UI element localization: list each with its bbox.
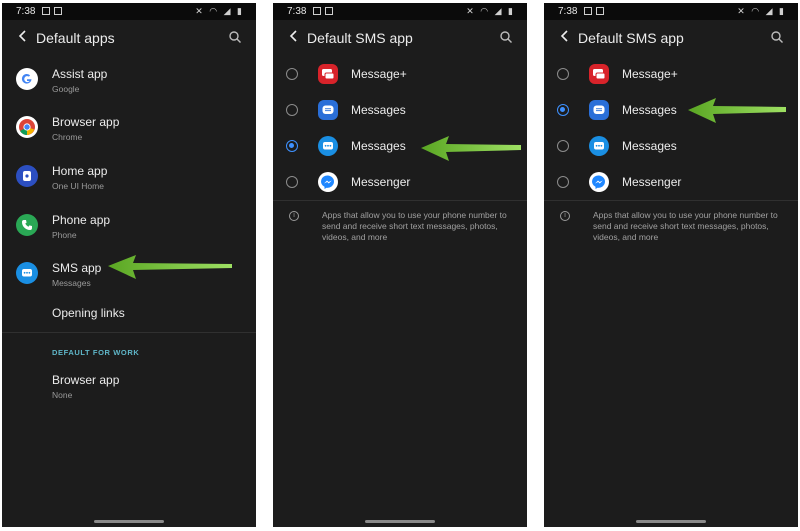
- item-subtitle: One UI Home: [52, 181, 104, 191]
- item-subtitle: Chrome: [52, 132, 83, 142]
- sms-option-samsung-messages[interactable]: Messages: [273, 92, 527, 128]
- option-label: Messages: [622, 139, 677, 153]
- item-label: Home app: [52, 164, 108, 178]
- item-label: Browser app: [52, 373, 120, 387]
- settings-item-browser-app[interactable]: Browser app Chrome: [2, 111, 256, 155]
- sms-option-google-messages[interactable]: Messages: [544, 128, 798, 164]
- option-label: Messenger: [622, 175, 682, 189]
- status-bar: 7:38 ✕ ◠ ◢ ▮: [2, 3, 256, 20]
- sms-option-messenger[interactable]: Messenger: [273, 164, 527, 200]
- google-messages-icon: [589, 136, 609, 156]
- green-arrow-icon: [421, 136, 521, 161]
- page-title: Default SMS app: [307, 30, 413, 46]
- system-status-icons: ✕ ◠ ◢ ▮: [466, 6, 515, 16]
- status-time: 7:38: [287, 6, 307, 17]
- sms-option-message-plus[interactable]: Message+: [544, 56, 798, 92]
- item-subtitle: Google: [52, 84, 80, 94]
- default-sms-app-screen: 7:38 ✕ ◠ ◢ ▮ Default SMS app Message+ Me…: [273, 3, 527, 527]
- google-icon: [16, 68, 38, 90]
- settings-item-assist-app[interactable]: Assist app Google: [2, 63, 256, 107]
- default-sms-app-screen-updated: 7:38 ✕ ◠ ◢ ▮ Default SMS app Message+ Me…: [544, 3, 798, 527]
- option-label: Message+: [351, 67, 407, 81]
- settings-item-work-browser-app[interactable]: Browser app None: [2, 370, 256, 406]
- item-label: Opening links: [52, 306, 125, 320]
- sms-option-message-plus[interactable]: Message+: [273, 56, 527, 92]
- item-subtitle: Messages: [52, 278, 91, 288]
- green-arrow-icon: [688, 98, 786, 123]
- search-icon[interactable]: [770, 30, 784, 44]
- notification-icons: [584, 7, 608, 18]
- page-title: Default apps: [36, 30, 115, 46]
- radio-button-selected[interactable]: [557, 104, 569, 116]
- section-divider: [273, 200, 527, 201]
- settings-item-opening-links[interactable]: Opening links: [2, 303, 256, 333]
- status-time: 7:38: [558, 6, 578, 17]
- samsung-messages-icon: [318, 100, 338, 120]
- app-bar: Default SMS app: [273, 20, 527, 56]
- option-label: Messages: [351, 103, 406, 117]
- radio-button[interactable]: [557, 176, 569, 188]
- sms-option-messenger[interactable]: Messenger: [544, 164, 798, 200]
- messenger-icon: [318, 172, 338, 192]
- messages-icon: [16, 262, 38, 284]
- radio-button[interactable]: [286, 176, 298, 188]
- back-arrow-icon[interactable]: [558, 29, 572, 43]
- message-plus-icon: [589, 64, 609, 84]
- option-label: Messenger: [351, 175, 411, 189]
- page-title: Default SMS app: [578, 30, 684, 46]
- item-label: SMS app: [52, 261, 102, 275]
- gesture-nav-bar[interactable]: [636, 520, 706, 523]
- item-label: Assist app: [52, 67, 108, 81]
- section-divider: [544, 200, 798, 201]
- home-icon: [16, 165, 38, 187]
- google-messages-icon: [318, 136, 338, 156]
- radio-button[interactable]: [286, 68, 298, 80]
- option-label: Message+: [622, 67, 678, 81]
- system-status-icons: ✕ ◠ ◢ ▮: [195, 6, 244, 16]
- green-arrow-icon: [108, 255, 232, 279]
- gesture-nav-bar[interactable]: [94, 520, 164, 523]
- radio-button[interactable]: [557, 68, 569, 80]
- item-subtitle: None: [52, 390, 73, 400]
- default-apps-screen: 7:38 ✕ ◠ ◢ ▮ Default apps Assist app Goo…: [2, 3, 256, 527]
- back-arrow-icon[interactable]: [287, 29, 301, 43]
- item-label: Phone app: [52, 213, 111, 227]
- search-icon[interactable]: [499, 30, 513, 44]
- notification-icons: [42, 7, 66, 18]
- status-time: 7:38: [16, 6, 36, 17]
- gesture-nav-bar[interactable]: [365, 520, 435, 523]
- messenger-icon: [589, 172, 609, 192]
- app-bar: Default apps: [2, 20, 256, 56]
- info-description: Apps that allow you to use your phone nu…: [593, 210, 778, 242]
- radio-button[interactable]: [286, 104, 298, 116]
- status-bar: 7:38 ✕ ◠ ◢ ▮: [544, 3, 798, 20]
- item-subtitle: Phone: [52, 230, 77, 240]
- chrome-icon: [16, 116, 38, 138]
- option-label: Messages: [351, 139, 406, 153]
- search-icon[interactable]: [228, 30, 242, 44]
- notification-icons: [313, 7, 337, 18]
- phone-icon: [16, 214, 38, 236]
- system-status-icons: ✕ ◠ ◢ ▮: [737, 6, 786, 16]
- back-arrow-icon[interactable]: [16, 29, 30, 43]
- option-label: Messages: [622, 103, 677, 117]
- settings-item-phone-app[interactable]: Phone app Phone: [2, 209, 256, 253]
- info-icon: i: [289, 211, 299, 221]
- info-description: Apps that allow you to use your phone nu…: [322, 210, 507, 242]
- radio-button[interactable]: [557, 140, 569, 152]
- section-divider: [2, 332, 256, 333]
- settings-item-home-app[interactable]: Home app One UI Home: [2, 160, 256, 204]
- status-bar: 7:38 ✕ ◠ ◢ ▮: [273, 3, 527, 20]
- message-plus-icon: [318, 64, 338, 84]
- info-icon: i: [560, 211, 570, 221]
- samsung-messages-icon: [589, 100, 609, 120]
- item-label: Browser app: [52, 115, 120, 129]
- radio-button-selected[interactable]: [286, 140, 298, 152]
- section-header-default-for-work: DEFAULT FOR WORK: [52, 348, 140, 357]
- app-bar: Default SMS app: [544, 20, 798, 56]
